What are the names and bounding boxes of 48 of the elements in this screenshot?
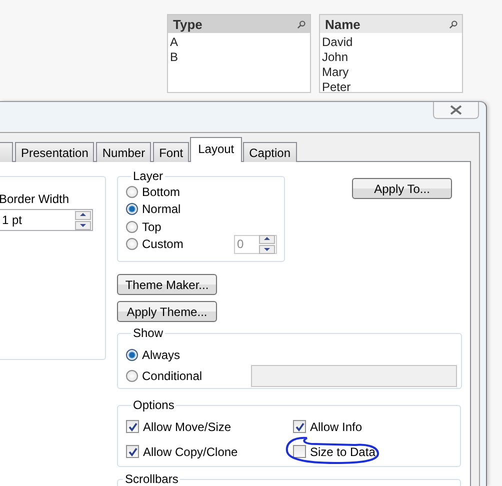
radio-label: Conditional: [142, 368, 202, 382]
list-box-title: Type: [173, 16, 202, 32]
group-title: Scrollbars: [124, 472, 180, 486]
tab[interactable]: Presentation: [15, 142, 94, 162]
list-box-title: Name: [325, 16, 360, 32]
group-title: Show: [132, 326, 164, 340]
tab[interactable]: Number: [96, 142, 152, 162]
radio-label: Bottom: [142, 184, 180, 199]
checkbox-label: Allow Copy/Clone: [143, 444, 238, 458]
spin-arrows-icon[interactable]: [75, 210, 91, 230]
checkbox[interactable]: [293, 420, 306, 433]
checkbox-label: Allow Move/Size: [143, 420, 232, 434]
search-icon[interactable]: [297, 20, 306, 28]
radio-button[interactable]: [126, 203, 138, 216]
theme-button[interactable]: Apply Theme...: [117, 301, 217, 322]
tab[interactable]: [0, 142, 13, 162]
tab[interactable]: Layout: [190, 137, 242, 162]
list-item[interactable]: John: [322, 50, 460, 65]
group-title: Layer: [132, 169, 164, 183]
spin-field[interactable]: 1 pt: [0, 209, 93, 231]
radio-button[interactable]: [126, 370, 138, 382]
tab[interactable]: Caption: [243, 142, 296, 162]
radio-button[interactable]: [126, 186, 138, 198]
theme-button[interactable]: Theme Maker...: [117, 274, 217, 295]
close-button[interactable]: [433, 102, 479, 119]
list-item[interactable]: A: [170, 35, 308, 50]
list-item[interactable]: David: [322, 35, 460, 50]
search-icon[interactable]: [449, 20, 458, 28]
checkbox[interactable]: [126, 445, 139, 458]
checkbox[interactable]: [126, 420, 139, 433]
list-item[interactable]: B: [170, 50, 308, 65]
checkbox-label: Size to Data: [310, 444, 376, 458]
list-item[interactable]: Mary: [322, 65, 460, 80]
radio-label: Custom: [142, 237, 184, 252]
radio-label: Top: [142, 220, 162, 234]
tab[interactable]: Font: [153, 142, 190, 162]
radio-button[interactable]: [126, 348, 138, 360]
group-title: Options: [132, 398, 176, 412]
field-label: Border Width: [0, 192, 70, 206]
close-icon: [450, 105, 462, 115]
radio-button[interactable]: [126, 220, 138, 233]
radio-label: Normal: [142, 202, 181, 216]
checkbox[interactable]: [293, 445, 306, 458]
list-item[interactable]: Peter: [322, 80, 460, 95]
apply-to-button[interactable]: Apply To...: [352, 178, 452, 199]
radio-label: Always: [142, 348, 180, 362]
checkbox-label: Allow Info: [310, 420, 362, 434]
radio-button[interactable]: [126, 238, 138, 250]
